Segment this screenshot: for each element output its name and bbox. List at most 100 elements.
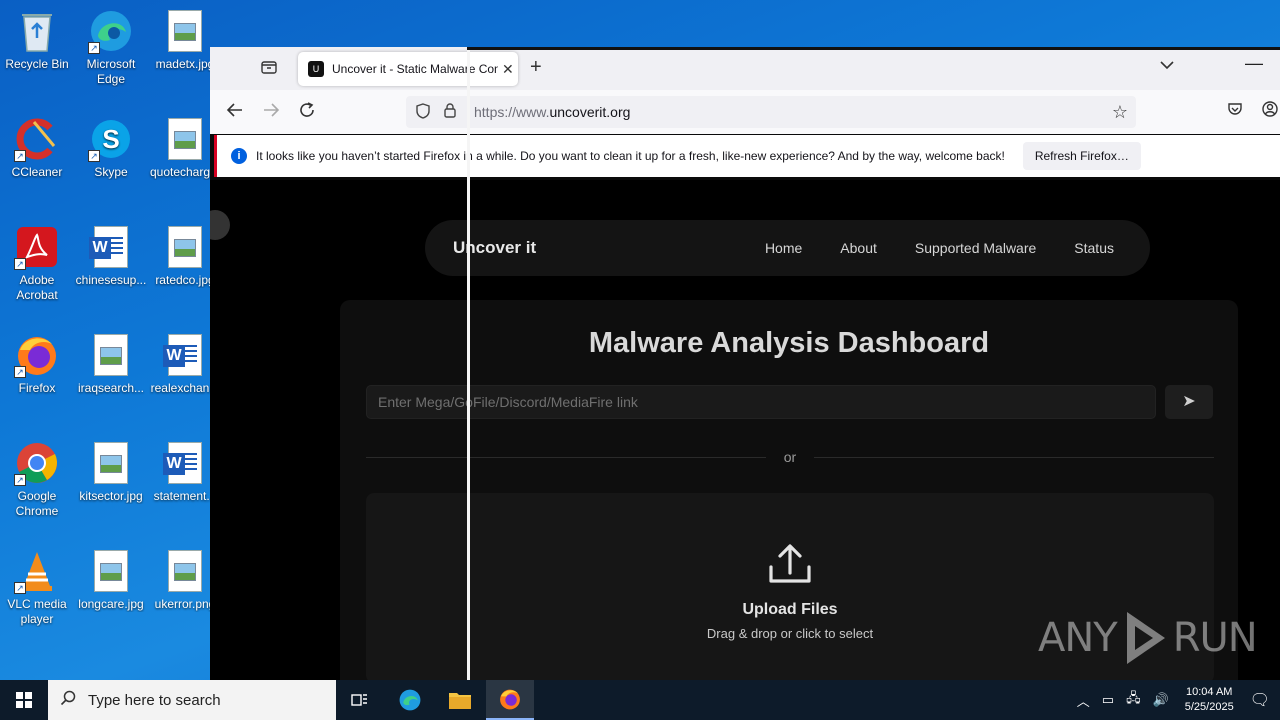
firefox-taskbar-icon[interactable]	[486, 680, 534, 720]
pocket-icon[interactable]	[1227, 102, 1243, 119]
desktop-icon-chinesesup[interactable]: W chinesesup...	[74, 224, 148, 288]
action-center-icon[interactable]: 🗨	[1250, 690, 1270, 710]
windows-logo-icon	[16, 692, 32, 708]
info-icon: i	[231, 148, 247, 164]
new-tab-button[interactable]: +	[530, 56, 542, 79]
desktop-icon-longcare[interactable]: longcare.jpg	[74, 548, 148, 612]
desktop-icon-label: kitsector.jpg	[79, 489, 143, 503]
skype-icon: S ↗	[88, 116, 134, 162]
nav-link-status[interactable]: Status	[1074, 240, 1114, 256]
address-bar[interactable]: https://www.uncoverit.org ☆	[406, 96, 1136, 128]
desktop-icon-label: VLC media player	[7, 597, 67, 626]
site-nav-links: Home About Supported Malware Status	[765, 240, 1114, 256]
reload-icon[interactable]	[298, 101, 316, 124]
word-file-icon: W	[88, 224, 134, 270]
desktop-icon-label: Adobe Acrobat	[16, 273, 58, 302]
firefox-view-button[interactable]	[258, 59, 280, 79]
desktop-icon-label: CCleaner	[11, 165, 63, 179]
page-content: Uncover it Home About Supported Malware …	[210, 180, 1280, 680]
nav-link-home[interactable]: Home	[765, 240, 802, 256]
nav-link-supported-malware[interactable]: Supported Malware	[915, 240, 1036, 256]
link-input[interactable]	[366, 385, 1156, 419]
start-button[interactable]	[0, 680, 48, 720]
edge-icon: ↗	[88, 8, 134, 54]
desktop-icon-skype[interactable]: S ↗ Skype	[74, 116, 148, 180]
desktop-icon-iraqsearch[interactable]: iraqsearch...	[74, 332, 148, 396]
recycle-bin-icon	[14, 8, 60, 54]
clock[interactable]: 10:04 AM 5/25/2025	[1185, 685, 1234, 715]
floating-circle	[210, 210, 230, 240]
image-file-icon	[162, 548, 208, 594]
or-divider: or	[366, 450, 1214, 464]
uncoverit-favicon-icon: U	[308, 61, 324, 77]
nav-link-about[interactable]: About	[840, 240, 877, 256]
image-file-icon	[88, 440, 134, 486]
image-file-icon	[162, 8, 208, 54]
back-arrow-icon[interactable]	[226, 101, 244, 124]
volume-icon[interactable]: 🔊	[1153, 692, 1169, 708]
image-file-icon	[162, 116, 208, 162]
acrobat-icon: ↗	[14, 224, 60, 270]
minimize-window-button[interactable]: —	[1245, 53, 1263, 74]
lock-icon[interactable]	[444, 103, 460, 121]
tab-title: Uncover it - Static Malware Con	[332, 62, 498, 76]
account-icon[interactable]	[1262, 101, 1278, 121]
tab-uncoverit[interactable]: U Uncover it - Static Malware Con ✕	[298, 52, 518, 86]
upload-icon	[768, 543, 812, 585]
refresh-firefox-notification: i It looks like you haven’t started Fire…	[214, 135, 1280, 177]
meet-now-icon[interactable]: ▭	[1102, 692, 1114, 708]
desktop-icon-acrobat[interactable]: ↗ Adobe Acrobat	[0, 224, 74, 303]
file-explorer-icon[interactable]	[436, 680, 484, 720]
image-file-icon	[88, 332, 134, 378]
desktop-icon-label: Firefox	[18, 381, 56, 395]
shortcut-arrow-icon: ↗	[14, 258, 26, 270]
tab-bar: U Uncover it - Static Malware Con ✕ + —	[210, 47, 1280, 90]
url-text: https://www.uncoverit.org	[474, 104, 630, 120]
desktop-icon-kitsector[interactable]: kitsector.jpg	[74, 440, 148, 504]
navigation-toolbar: https://www.uncoverit.org ☆	[210, 90, 1280, 134]
clock-date: 5/25/2025	[1184, 701, 1234, 713]
network-icon[interactable]: 🖧	[1126, 689, 1141, 711]
desktop-icon-vlc[interactable]: ↗ VLC media player	[0, 548, 74, 627]
task-view-icon[interactable]	[336, 680, 384, 720]
shortcut-arrow-icon: ↗	[14, 150, 26, 162]
site-navbar: Uncover it Home About Supported Malware …	[425, 220, 1150, 276]
screen-artifact-line	[467, 47, 1280, 50]
word-file-icon: W	[162, 440, 208, 486]
refresh-firefox-button[interactable]: Refresh Firefox…	[1022, 142, 1141, 170]
vlc-icon: ↗	[14, 548, 60, 594]
site-logo[interactable]: Uncover it	[453, 238, 536, 258]
url-domain: uncoverit.org	[549, 104, 631, 120]
word-file-icon: W	[162, 332, 208, 378]
divider-line-right	[814, 457, 1214, 458]
url-protocol: https://www.	[474, 104, 550, 120]
desktop-icon-firefox[interactable]: ↗ Firefox	[0, 332, 74, 396]
send-icon[interactable]: ➤	[1165, 385, 1213, 419]
desktop-icon-ccleaner[interactable]: ↗ CCleaner	[0, 116, 74, 180]
notification-message: It looks like you haven’t started Firefo…	[256, 149, 1005, 163]
forward-arrow-icon[interactable]	[262, 101, 280, 124]
firefox-window: U Uncover it - Static Malware Con ✕ + — …	[210, 47, 1280, 680]
desktop-icon-edge[interactable]: ↗ Microsoft Edge	[74, 8, 148, 87]
close-tab-icon[interactable]: ✕	[502, 61, 514, 78]
shortcut-arrow-icon: ↗	[88, 150, 100, 162]
ccleaner-icon: ↗	[14, 116, 60, 162]
desktop-icon-label: Skype	[94, 165, 128, 179]
shortcut-arrow-icon: ↗	[88, 42, 100, 54]
list-all-tabs-chevron-icon[interactable]	[1160, 57, 1174, 73]
svg-text:S: S	[102, 124, 119, 154]
anyrun-watermark: ANY RUN	[1038, 608, 1258, 668]
desktop-icon-chrome[interactable]: ↗ Google Chrome	[0, 440, 74, 519]
image-file-icon	[162, 224, 208, 270]
taskbar-search[interactable]: Type here to search	[48, 680, 336, 720]
desktop-icon-label: chinesesup...	[75, 273, 147, 287]
bookmark-star-icon[interactable]: ☆	[1112, 102, 1128, 123]
clock-time: 10:04 AM	[1185, 686, 1233, 698]
chevron-up-icon[interactable]: ︿	[1077, 691, 1090, 710]
desktop-icon-label: Google Chrome	[15, 489, 59, 518]
search-icon	[60, 690, 80, 711]
desktop-icon-recycle-bin[interactable]: Recycle Bin	[0, 8, 74, 72]
edge-taskbar-icon[interactable]	[386, 680, 434, 720]
shortcut-arrow-icon: ↗	[14, 366, 26, 378]
tracking-protection-shield-icon[interactable]	[416, 102, 434, 122]
